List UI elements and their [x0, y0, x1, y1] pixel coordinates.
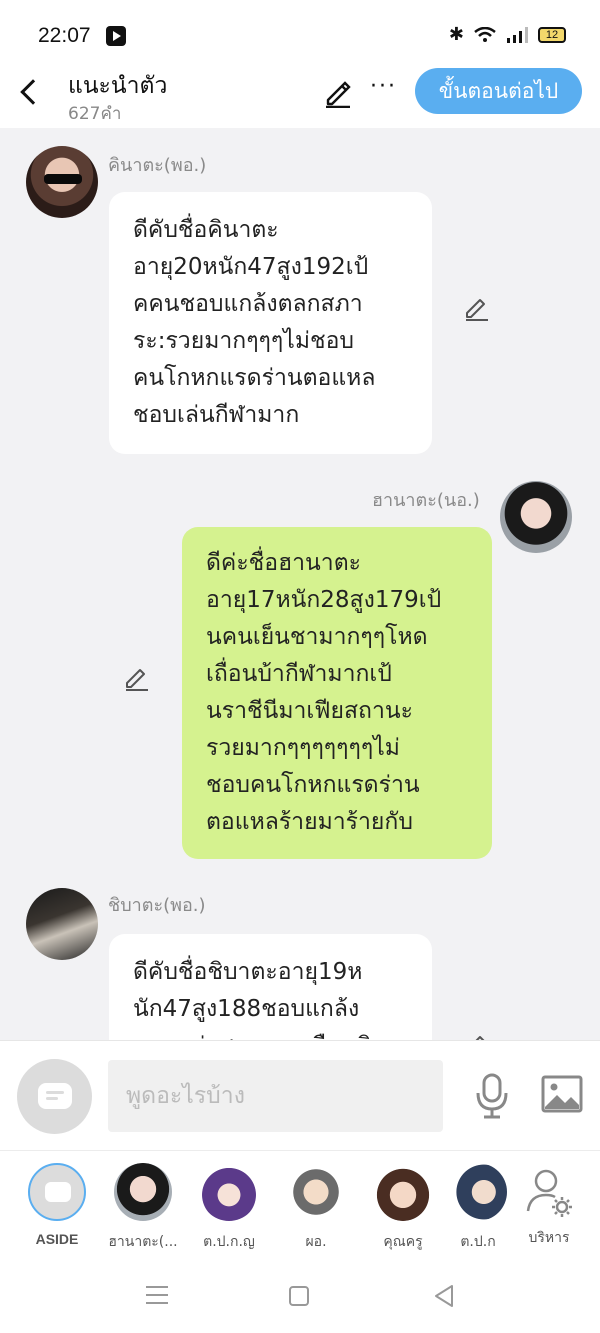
- avatar: [449, 1163, 507, 1221]
- input-bar: [0, 1040, 600, 1150]
- admin-gear-icon: [526, 1169, 572, 1217]
- tab-label: ASIDE: [35, 1231, 79, 1247]
- chat-area[interactable]: คินาตะ(พอ.) ดีคับชื่อคินาตะ อายุ20หนัก47…: [0, 128, 600, 1040]
- chat-mode-icon: [28, 1163, 86, 1221]
- tab-character[interactable]: ฮานาตะ(...: [100, 1163, 186, 1253]
- avatar[interactable]: [26, 146, 98, 218]
- message-bubble[interactable]: ดีคับชื่อชิบาตะอายุ19ห นัก47สูง188ชอบแกล…: [109, 934, 432, 1040]
- avatar: [114, 1163, 172, 1221]
- system-nav-bar: [0, 1260, 600, 1333]
- avatar: [374, 1163, 432, 1221]
- bluetooth-icon: ✱: [448, 24, 464, 45]
- battery-icon: 12: [538, 26, 566, 43]
- sender-name: ชิบาตะ(พอ.): [108, 895, 206, 916]
- status-icons: ✱ 12: [449, 24, 566, 45]
- top-bar: แนะนำตัว 627คำ ··· ขั้นตอนต่อไป: [0, 68, 600, 128]
- tab-label: ต.ป.ก: [460, 1234, 496, 1250]
- character-tabs: ASIDE ฮานาตะ(... ต.ป.ก.ญ ผอ. คุณครู ต.ป.…: [0, 1150, 600, 1260]
- message-input[interactable]: [108, 1060, 443, 1132]
- edit-icon[interactable]: [322, 76, 354, 108]
- tab-character[interactable]: คุณครู: [360, 1163, 446, 1253]
- avatar: [287, 1163, 345, 1221]
- pencil-icon[interactable]: [123, 663, 151, 691]
- tab-admin[interactable]: บริหาร: [508, 1163, 590, 1249]
- app-notification-icon: [106, 26, 126, 46]
- sender-name: คินาตะ(พอ.): [108, 155, 207, 176]
- tab-label: ผอ.: [305, 1234, 327, 1250]
- chat-mode-icon: [38, 1083, 72, 1109]
- nav-home-icon[interactable]: [289, 1286, 309, 1306]
- word-count: 627คำ: [68, 104, 122, 124]
- chat-mode-button[interactable]: [17, 1059, 92, 1134]
- image-icon[interactable]: [541, 1075, 583, 1113]
- avatar[interactable]: [26, 888, 98, 960]
- tab-label: บริหาร: [528, 1230, 570, 1246]
- pencil-icon[interactable]: [463, 293, 491, 321]
- nav-menu-icon[interactable]: [146, 1286, 168, 1304]
- status-bar: 22:07 ✱ 12: [0, 0, 600, 68]
- page-title: แนะนำตัว: [68, 73, 168, 99]
- more-icon[interactable]: ···: [370, 74, 397, 99]
- tab-label: ฮานาตะ(...: [108, 1234, 178, 1250]
- tab-character[interactable]: ต.ป.ก: [442, 1163, 514, 1253]
- mic-icon[interactable]: [472, 1071, 512, 1121]
- next-step-button[interactable]: ขั้นตอนต่อไป: [415, 68, 582, 114]
- signal-icon: [507, 26, 528, 43]
- tab-character[interactable]: ต.ป.ก.ญ: [186, 1163, 272, 1253]
- tab-label: ต.ป.ก.ญ: [203, 1234, 255, 1250]
- message-bubble[interactable]: ดีค่ะชื่อฮานาตะ อายุ17หนัก28สูง179เป้ นค…: [182, 527, 492, 859]
- status-time: 22:07: [38, 24, 91, 47]
- sender-name: ฮานาตะ(นอ.): [372, 490, 480, 511]
- tab-character[interactable]: ผอ.: [273, 1163, 359, 1253]
- avatar[interactable]: [500, 481, 572, 553]
- message-bubble[interactable]: ดีคับชื่อคินาตะ อายุ20หนัก47สูง192เป้ คค…: [109, 192, 432, 454]
- tab-label: คุณครู: [383, 1234, 423, 1250]
- wifi-icon: [474, 26, 496, 42]
- avatar: [200, 1163, 258, 1221]
- tab-aside[interactable]: ASIDE: [14, 1163, 100, 1247]
- back-icon[interactable]: [20, 79, 46, 105]
- pencil-icon[interactable]: [463, 1030, 491, 1040]
